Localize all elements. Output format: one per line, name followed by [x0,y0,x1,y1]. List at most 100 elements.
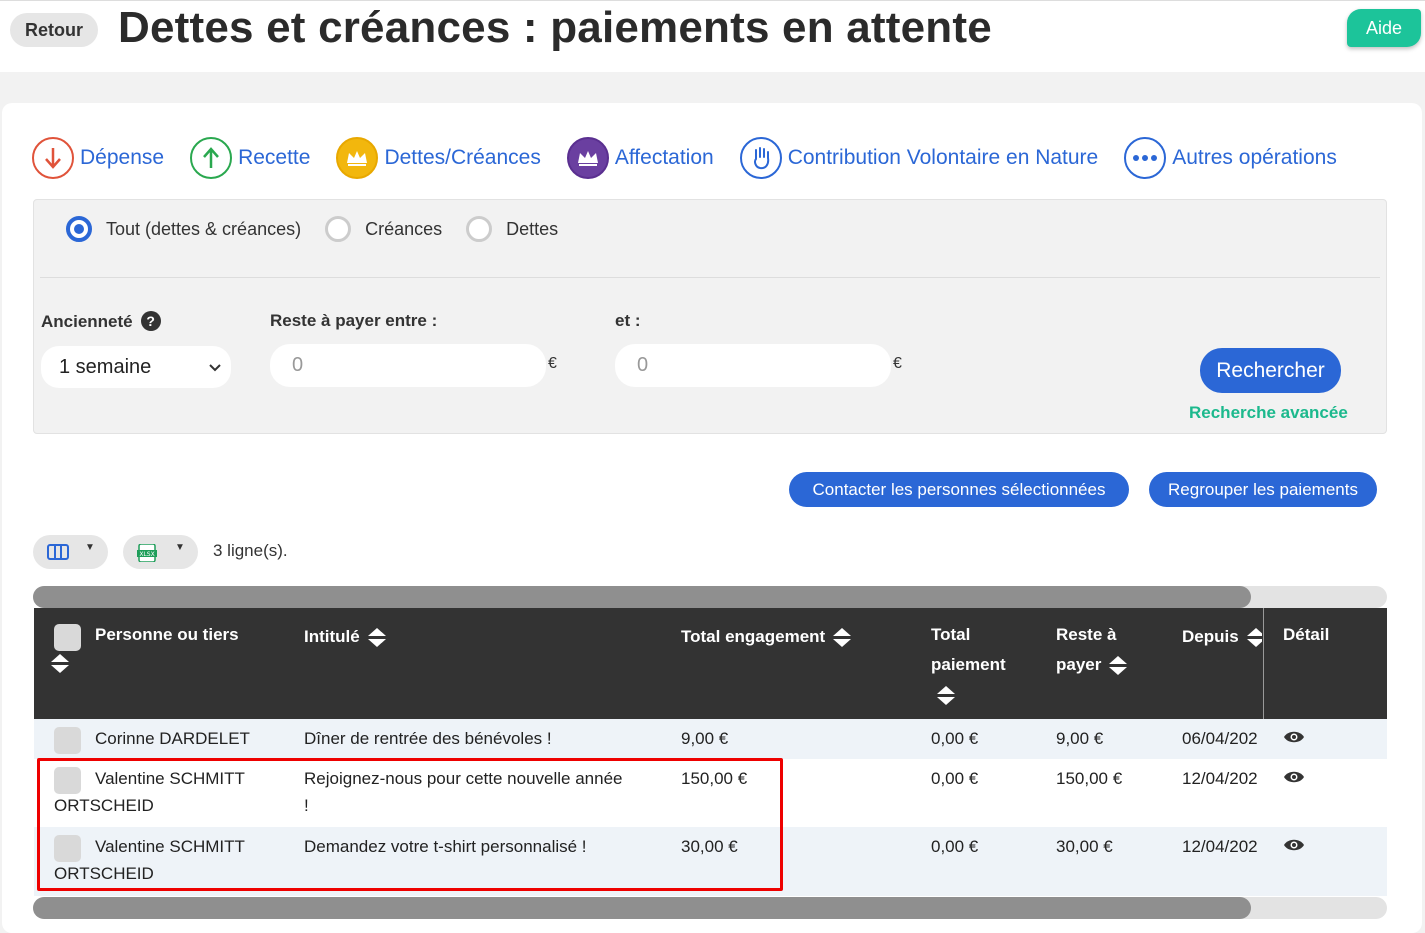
tab-depense[interactable]: Dépense [32,137,164,179]
header-total-paiement[interactable]: Total paiement [931,620,1006,710]
scrollbar-thumb[interactable] [33,586,1251,608]
header-detail: Détail [1283,625,1330,644]
header-depuis[interactable]: Depuis [1182,622,1262,652]
reste-label: Reste à payer entre : [270,311,438,330]
help-question-icon[interactable]: ? [140,311,161,331]
operation-tabs: Dépense Recette Dettes/Créances Affectat… [32,136,1363,180]
reste-min-input[interactable]: 0 [270,344,546,387]
tab-autres-operations[interactable]: Autres opérations [1124,137,1337,179]
cell-person: Corinne DARDELET [95,729,250,748]
sort-icon[interactable] [367,627,386,649]
group-payments-button[interactable]: Regrouper les paiements [1149,472,1377,507]
currency-label: € [548,355,557,372]
anciennete-value: 1 semaine [59,356,152,378]
row-count: 3 ligne(s). [213,541,288,560]
cell-engagement: 9,00 € [681,729,729,748]
cell-depuis: 12/04/202 [1182,837,1258,856]
et-label: et : [615,311,641,330]
header-line: payer [1056,655,1102,674]
hand-icon [739,137,782,179]
help-button[interactable]: Aide [1347,9,1421,47]
header-total-engagement-text: Total engagement [681,627,826,646]
cell-reste: 9,00 € [1056,729,1104,748]
header-line: Total [931,625,971,644]
radio-creances[interactable]: Créances [325,216,442,242]
currency-label: € [893,355,902,372]
cell-paiement: 0,00 € [931,769,979,788]
radio-selected-icon [66,216,92,242]
crown-transfer-icon [566,137,609,179]
table-scrollbar-bottom[interactable] [33,897,1387,919]
header-line: paiement [931,655,1006,674]
tab-label: Dépense [80,146,165,169]
search-button[interactable]: Rechercher [1200,348,1341,393]
table-scrollbar-top[interactable] [33,586,1387,608]
sort-icon[interactable] [937,685,955,707]
columns-icon [47,544,69,565]
header-title[interactable]: Intitulé [304,622,386,652]
page-title: Dettes et créances : paiements en attent… [118,3,992,52]
cell-paiement: 0,00 € [931,837,979,856]
header-title-text: Intitulé [304,627,360,646]
back-button[interactable]: Retour [10,13,98,47]
crown-icon [336,137,379,179]
cell-depuis: 12/04/202 [1182,769,1258,788]
radio-all[interactable]: Tout (dettes & créances) [66,216,301,242]
radio-label: Tout (dettes & créances) [106,218,302,239]
radio-unselected-icon [466,216,493,242]
header-person[interactable]: Personne ou tiers [95,620,239,650]
export-xlsx-button[interactable]: XLSX ▼ [123,535,198,569]
radio-unselected-icon [325,216,352,242]
tab-label: Contribution Volontaire en Nature [787,146,1099,169]
cell-reste: 150,00 € [1056,769,1123,788]
svg-text:XLSX: XLSX [139,551,154,558]
radio-label: Dettes [506,218,559,239]
tab-affectation[interactable]: Affectation [566,137,714,179]
table-header: Personne ou tiers Intitulé Total engagem… [34,608,1387,719]
caret-down-icon: ▼ [175,542,185,553]
xlsx-file-icon: XLSX [137,543,157,567]
arrow-down-icon [32,137,74,179]
header-depuis-text: Depuis [1182,627,1239,646]
columns-toggle-button[interactable]: ▼ [33,535,108,569]
cell-paiement: 0,00 € [931,729,979,748]
more-dots-icon [1124,137,1167,179]
highlight-box [37,758,783,891]
sort-icon[interactable] [833,627,852,649]
caret-down-icon: ▼ [85,542,95,553]
arrow-up-icon [190,137,233,179]
tab-label: Recette [238,146,311,169]
filter-divider [40,277,1380,278]
sort-icon[interactable] [51,653,69,675]
header-total-engagement[interactable]: Total engagement [681,622,852,652]
radio-dettes[interactable]: Dettes [466,216,558,242]
eye-icon[interactable] [1283,729,1305,749]
type-radio-group: Tout (dettes & créances) Créances Dettes [66,216,582,242]
select-all-checkbox[interactable] [54,624,81,651]
scrollbar-thumb[interactable] [33,897,1251,919]
reste-max-input[interactable]: 0 [615,344,891,387]
cell-title: Dîner de rentrée des bénévoles ! [304,729,552,748]
eye-icon[interactable] [1283,837,1305,857]
tab-contribution-nature[interactable]: Contribution Volontaire en Nature [739,137,1099,179]
eye-icon[interactable] [1283,769,1305,789]
row-checkbox[interactable] [54,727,81,754]
sort-icon[interactable] [1109,655,1128,677]
tab-label: Dettes/Créances [384,146,541,169]
advanced-search-link[interactable]: Recherche avancée [1189,403,1348,423]
cell-reste: 30,00 € [1056,837,1113,856]
cell-depuis: 06/04/202 [1182,729,1258,748]
top-bar: Retour Dettes et créances : paiements en… [0,0,1425,72]
anciennete-label-text: Ancienneté [41,312,133,331]
tab-dettes-creances[interactable]: Dettes/Créances [336,137,541,179]
header-line: Reste à [1056,625,1117,644]
anciennete-select[interactable]: 1 semaine [41,346,231,388]
table-row[interactable]: Corinne DARDELET Dîner de rentrée des bé… [34,719,1387,759]
chevron-down-icon [209,346,221,388]
header-reste-a-payer[interactable]: Reste à payer [1056,620,1128,680]
anciennete-label: Ancienneté? [41,311,161,332]
tab-label: Autres opérations [1172,146,1337,169]
tab-recette[interactable]: Recette [190,137,310,179]
sort-icon[interactable] [1246,627,1262,649]
contact-selected-button[interactable]: Contacter les personnes sélectionnées [789,472,1129,507]
